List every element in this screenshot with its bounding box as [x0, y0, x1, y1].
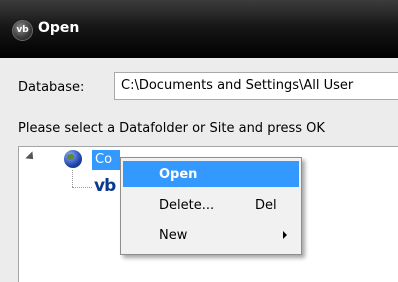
window-title: Open	[38, 20, 80, 36]
tree-node-root-label[interactable]: Co	[92, 150, 120, 170]
menu-item-open-label: Open	[159, 167, 198, 182]
title-bar[interactable]: vb Open	[0, 0, 398, 58]
app-icon: vb	[12, 20, 33, 41]
open-dialog: vb Open Database: C:\Documents and Setti…	[0, 0, 398, 282]
menu-item-new[interactable]: New	[123, 222, 299, 248]
database-label: Database:	[18, 80, 85, 95]
menu-item-open[interactable]: Open	[123, 161, 299, 187]
context-menu: Open Delete... Del New	[120, 157, 302, 255]
instruction-text: Please select a Datafolder or Site and p…	[18, 121, 325, 136]
tree-connector-line	[72, 170, 74, 187]
globe-icon	[64, 150, 82, 168]
submenu-arrow-icon	[283, 231, 287, 239]
vb-datafolder-icon[interactable]: vb	[94, 176, 116, 196]
tree-connector-line-horizontal	[72, 187, 92, 189]
menu-item-new-label: New	[159, 228, 188, 243]
menu-item-delete-shortcut: Del	[255, 198, 277, 213]
menu-item-delete[interactable]: Delete... Del	[123, 192, 299, 218]
menu-item-delete-label: Delete...	[159, 198, 215, 213]
database-path-field[interactable]: C:\Documents and Settings\All User	[114, 72, 398, 100]
